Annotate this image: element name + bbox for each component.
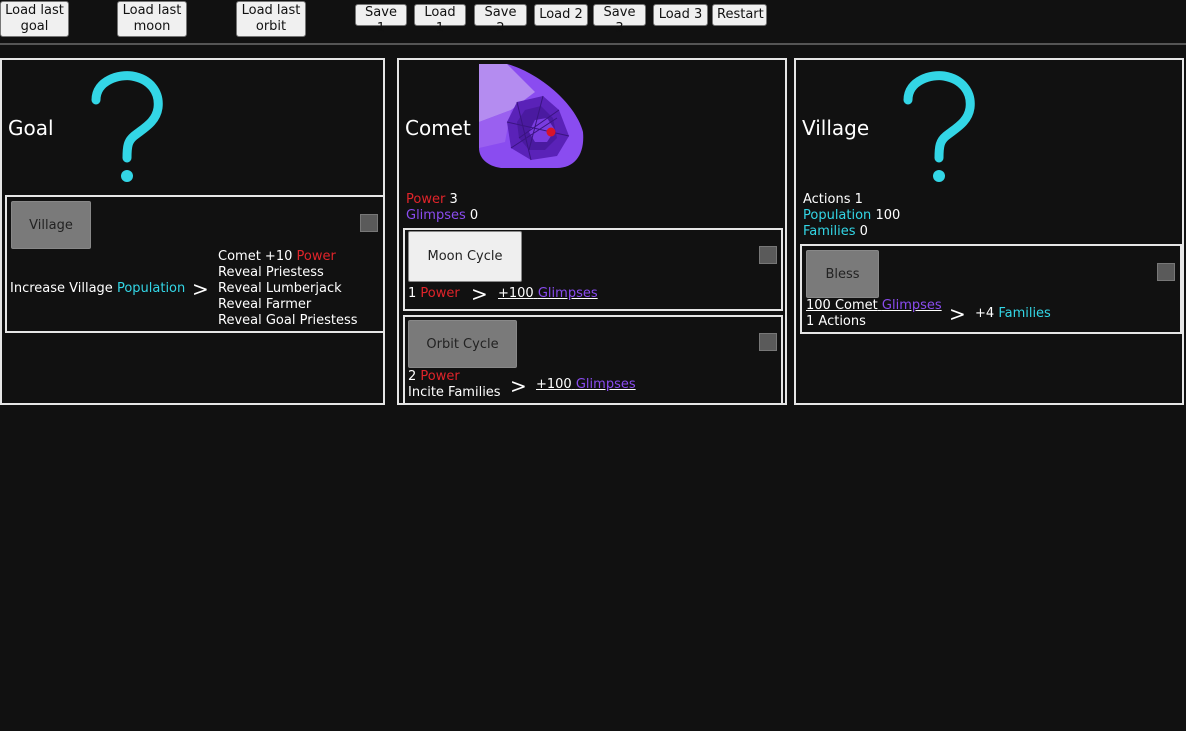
goal-requirement: Increase Village Population [10,281,186,296]
village-title: Village [802,116,870,140]
bless-cost-glimpses: 100 Comet Glimpses [806,298,942,313]
village-population-stat: Population 100 [803,208,901,223]
save-1-button[interactable]: Save 1 [355,4,407,36]
village-panel: Village Actions 1 Population 100 Familie… [794,58,1184,405]
orbit-cycle-cost-extra: Incite Families [408,385,501,400]
moon-cycle-checkbox[interactable] [759,246,777,264]
goal-panel: Goal Village Increase Village Population… [0,58,385,405]
bless-card: Bless 100 Comet Glimpses 1 Actions > +4 … [800,244,1182,334]
moon-cycle-cost: 1 Power [408,286,460,301]
question-mark-icon [903,71,975,182]
orbit-cycle-checkbox[interactable] [759,333,777,351]
moon-cycle-arrow: > [471,282,488,306]
goal-reward-line: Reveal Goal Priestess [218,313,358,328]
save-2-button[interactable]: Save 2 [474,4,527,36]
moon-cycle-card: Moon Cycle 1 Power > +100 Glimpses [403,228,783,311]
goal-checkbox[interactable] [360,214,378,232]
orbit-cycle-cost: 2 Power [408,369,460,384]
moon-cycle-button[interactable]: Moon Cycle [408,231,522,282]
goal-card: Village Increase Village Population > Co… [5,195,385,333]
orbit-cycle-arrow: > [510,374,527,398]
load-last-moon-button[interactable]: Load last moon [117,1,187,37]
comet-glimpses-stat: Glimpses 0 [406,208,479,223]
village-goal-button[interactable]: Village [11,201,91,249]
bless-gain: +4 Families [975,306,1051,321]
goal-reward-line: Reveal Priestess [218,265,324,280]
load-1-button[interactable]: Load 1 [414,4,466,36]
comet-title: Comet [405,116,471,140]
goal-reward-line: Reveal Farmer [218,297,312,312]
orbit-cycle-button[interactable]: Orbit Cycle [408,320,517,368]
load-2-button[interactable]: Load 2 [534,4,588,26]
restart-button[interactable]: Restart [712,4,767,26]
bless-checkbox[interactable] [1157,263,1175,281]
bless-arrow: > [949,302,966,326]
orbit-cycle-card: Orbit Cycle 2 Power Incite Families > +1… [403,315,783,405]
goal-reward-line: Reveal Lumberjack [218,281,342,296]
question-mark-icon [91,71,163,182]
moon-cycle-gain: +100 Glimpses [498,286,598,301]
village-actions-stat: Actions 1 [803,192,863,207]
load-last-goal-button[interactable]: Load last goal [0,1,69,37]
load-last-orbit-button[interactable]: Load last orbit [236,1,306,37]
orbit-cycle-gain: +100 Glimpses [536,377,636,392]
goal-title: Goal [8,116,54,140]
comet-power-stat: Power 3 [406,192,458,207]
bless-cost-actions: 1 Actions [806,314,866,329]
top-divider [0,43,1186,45]
save-3-button[interactable]: Save 3 [593,4,646,36]
goal-arrow: > [192,277,209,301]
load-3-button[interactable]: Load 3 [653,4,708,26]
goal-reward-comet: Comet +10 Power [218,249,336,264]
comet-icon [479,64,584,168]
bless-button[interactable]: Bless [806,250,879,298]
comet-panel: Comet Power 3 Glimpses 0 Moon Cycle 1 Po… [397,58,787,405]
village-families-stat: Families 0 [803,224,868,239]
